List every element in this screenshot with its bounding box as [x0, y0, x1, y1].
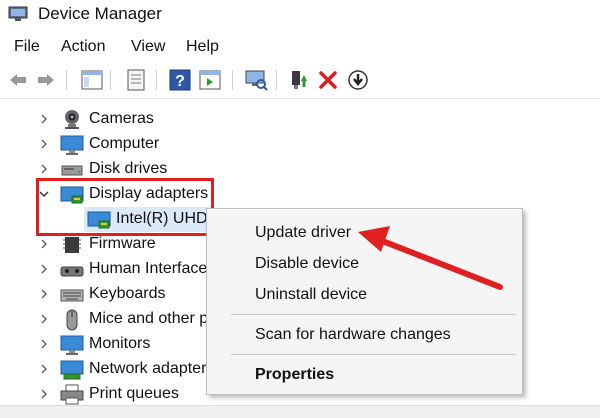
menu-help[interactable]: Help	[186, 38, 219, 56]
tree-item-label: Print queues	[89, 385, 179, 402]
toolbar-separator	[156, 70, 157, 90]
menu-separator	[231, 354, 516, 355]
camera-icon	[65, 110, 79, 129]
title-bar: Device Manager	[0, 0, 600, 30]
tree-item-cameras[interactable]: Cameras	[0, 108, 600, 133]
tree-item-label: Monitors	[89, 335, 151, 352]
menu-action[interactable]: Action	[61, 38, 105, 56]
toolbar-separator	[276, 70, 277, 90]
window-title: Device Manager	[38, 4, 162, 23]
keyboard-icon	[60, 289, 84, 302]
toolbar: ?	[0, 62, 600, 99]
svg-text:?: ?	[175, 73, 185, 90]
tree-item-label: Computer	[89, 135, 160, 152]
menu-item-update-driver[interactable]: Update driver	[255, 224, 351, 242]
context-menu: Update driver Disable device Uninstall d…	[206, 208, 523, 395]
tree-item-label: Human Interface	[89, 260, 208, 277]
network-adapter-icon	[60, 360, 84, 380]
uninstall-icon[interactable]	[316, 68, 340, 92]
toolbar-separator	[232, 70, 233, 90]
menu-item-disable-device[interactable]: Disable device	[255, 255, 359, 273]
tree-item-computer[interactable]: Computer	[0, 133, 600, 158]
computer-icon	[60, 135, 84, 155]
tree-item-label: Disk drives	[89, 160, 168, 177]
help-icon[interactable]: ?	[168, 68, 192, 92]
menu-file[interactable]: File	[14, 38, 40, 56]
chevron-right-icon[interactable]	[38, 363, 50, 375]
chevron-right-icon[interactable]	[38, 238, 50, 250]
chevron-right-icon[interactable]	[38, 113, 50, 125]
highlight-box	[36, 178, 214, 236]
toolbar-separator	[110, 70, 111, 90]
menu-item-scan-hardware[interactable]: Scan for hardware changes	[255, 326, 451, 344]
toolbar-separator	[66, 70, 67, 90]
chevron-right-icon[interactable]	[38, 263, 50, 275]
tree-item-label: Cameras	[89, 110, 154, 127]
menu-item-properties[interactable]: Properties	[255, 366, 334, 384]
chevron-right-icon[interactable]	[38, 388, 50, 400]
tree-item-label: Keyboards	[89, 285, 166, 302]
action-pane-icon[interactable]	[198, 68, 222, 92]
menu-view[interactable]: View	[131, 38, 165, 56]
mouse-icon	[66, 309, 78, 331]
human-interface-icon	[60, 266, 84, 277]
forward-icon[interactable]	[34, 68, 58, 92]
tree-item-label: Mice and other p	[89, 310, 209, 327]
menu-item-uninstall-device[interactable]: Uninstall device	[255, 286, 367, 304]
printer-icon	[60, 384, 84, 405]
update-driver-icon[interactable]	[287, 68, 311, 92]
show-hide-tree-icon[interactable]	[80, 68, 104, 92]
tree-item-label: Network adapter	[89, 360, 207, 377]
device-manager-icon	[8, 6, 28, 21]
firmware-chip-icon	[63, 237, 81, 253]
horizontal-scrollbar[interactable]	[0, 405, 600, 418]
chevron-right-icon[interactable]	[38, 313, 50, 325]
chevron-right-icon[interactable]	[38, 338, 50, 350]
disable-icon[interactable]	[346, 68, 370, 92]
chevron-right-icon[interactable]	[38, 138, 50, 150]
monitor-icon	[60, 335, 84, 355]
tree-item-label: Firmware	[89, 235, 156, 252]
chevron-right-icon[interactable]	[38, 288, 50, 300]
scan-hardware-icon[interactable]	[244, 68, 268, 92]
menu-separator	[231, 314, 516, 315]
back-icon[interactable]	[6, 68, 30, 92]
chevron-right-icon[interactable]	[38, 163, 50, 175]
properties-icon[interactable]	[124, 68, 148, 92]
menu-bar: File Action View Help	[0, 38, 600, 60]
